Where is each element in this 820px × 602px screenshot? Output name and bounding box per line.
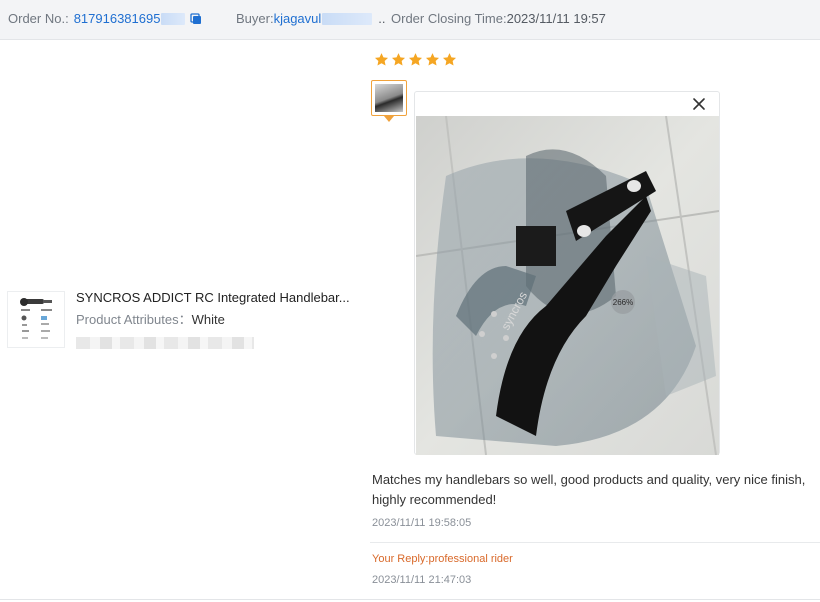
- thumbnail-pointer: [384, 116, 394, 122]
- product-title[interactable]: SYNCROS ADDICT RC Integrated Handlebar..…: [76, 290, 350, 306]
- order-number-group: Order No.: 817916381695: [8, 11, 203, 26]
- star-icon: [425, 53, 440, 66]
- review-image-thumbnail[interactable]: [371, 80, 407, 116]
- review-photo[interactable]: syncros 266%: [416, 116, 719, 455]
- closing-time-group: Order Closing Time: 2023/11/11 19:57: [391, 11, 606, 26]
- star-icon: [391, 53, 406, 66]
- redacted-buyer-name: [322, 12, 373, 25]
- product-info: SYNCROS ADDICT RC Integrated Handlebar..…: [7, 290, 350, 349]
- closing-time-label: Order Closing Time:: [391, 11, 507, 26]
- close-icon[interactable]: [691, 96, 707, 112]
- image-preview: syncros 266%: [414, 91, 720, 455]
- buyer-ellipsis: ..: [378, 11, 386, 26]
- order-header: Order No.: 817916381695 Buyer: kjagavul …: [0, 0, 820, 40]
- order-number-link[interactable]: 817916381695: [74, 11, 161, 26]
- review-text: Matches my handlebars so well, good prod…: [372, 472, 806, 507]
- buyer-label: Buyer:: [236, 11, 274, 26]
- redacted-order-digits: [161, 12, 186, 25]
- star-icon: [442, 53, 457, 66]
- reply-date: 2023/11/11 21:47:03: [372, 574, 472, 586]
- star-icon: [408, 53, 423, 66]
- product-attributes-value: White: [191, 312, 225, 327]
- bottom-divider: [0, 599, 820, 600]
- star-icon: [374, 53, 389, 66]
- buyer-link[interactable]: kjagavul: [274, 11, 322, 26]
- zoom-badge: 266%: [613, 298, 633, 307]
- rating-stars: [374, 52, 457, 67]
- buyer-group: Buyer: kjagavul ..: [236, 11, 386, 26]
- product-thumbnail[interactable]: [7, 291, 65, 348]
- product-details: SYNCROS ADDICT RC Integrated Handlebar..…: [76, 290, 350, 349]
- closing-time-value: 2023/11/11 19:57: [506, 11, 606, 26]
- redacted-product-line: [76, 337, 254, 349]
- seller-reply: Your Reply:professional rider: [372, 553, 513, 565]
- review-date: 2023/11/11 19:58:05: [372, 517, 472, 529]
- product-attributes: Product Attributes：White: [76, 312, 350, 328]
- order-number-label: Order No.:: [8, 11, 69, 26]
- product-attributes-label: Product Attributes：: [76, 312, 192, 327]
- divider: [370, 542, 820, 543]
- copy-icon[interactable]: [189, 12, 203, 26]
